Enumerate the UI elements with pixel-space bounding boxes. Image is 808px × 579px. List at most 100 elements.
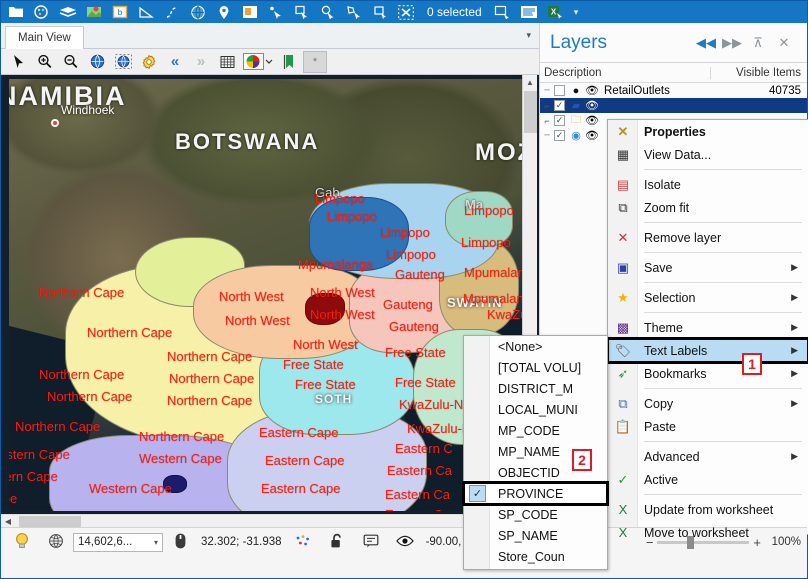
table-icon[interactable] bbox=[516, 2, 542, 23]
context-menu-separator bbox=[644, 282, 802, 283]
field-option-sp-code[interactable]: SP_CODE bbox=[464, 504, 607, 525]
context-menu-item-label: Text Labels bbox=[644, 343, 708, 358]
context-menu-item-advanced[interactable]: Advanced ▶ bbox=[608, 445, 808, 468]
layer-visibility-checkbox[interactable]: ✓ bbox=[554, 100, 565, 111]
tree-expander-icon[interactable]: ┄ bbox=[540, 130, 554, 141]
pointer-icon[interactable] bbox=[7, 51, 31, 73]
callout-icon[interactable] bbox=[354, 534, 388, 551]
map-view[interactable]: NAMIBIA BOTSWANA MOZ SWATIN SOTH Ma Gab … bbox=[1, 75, 539, 527]
field-option-district-m[interactable]: DISTRICT_M bbox=[464, 378, 607, 399]
map-province-label: Northern Cape bbox=[39, 367, 125, 382]
layer-visibility-checkbox[interactable]: ✓ bbox=[554, 130, 565, 141]
context-menu-item-copy[interactable]: ⧉ Copy ▶ bbox=[608, 392, 808, 415]
copy-selection-icon[interactable] bbox=[490, 2, 516, 23]
next-extent-icon[interactable]: » bbox=[189, 51, 213, 73]
basemap-icon[interactable]: b bbox=[107, 2, 133, 23]
location-pin-icon[interactable] bbox=[211, 2, 237, 23]
theme-colors-icon[interactable] bbox=[241, 51, 275, 73]
context-menu-item-text-labels[interactable]: 🏷 Text Labels ▶ bbox=[606, 337, 808, 364]
globe-wire-icon[interactable] bbox=[39, 533, 73, 552]
scroll-up-arrow[interactable]: ▲ bbox=[523, 75, 537, 90]
map-scale-combo[interactable]: 14,602,6... ▾ bbox=[73, 532, 163, 552]
select-rect-icon[interactable] bbox=[289, 2, 315, 23]
context-menu-item-selection[interactable]: ★ Selection ▶ bbox=[608, 286, 808, 309]
layer-row[interactable]: ┄ ● 👁 RetailOutlets 40735 bbox=[540, 83, 807, 98]
layer-eye-icon[interactable]: 👁 bbox=[584, 84, 600, 97]
context-menu-item-view-data[interactable]: ▦ View Data... bbox=[608, 143, 808, 166]
zoom-full-icon[interactable] bbox=[111, 51, 135, 73]
grid-icon[interactable] bbox=[215, 51, 239, 73]
scroll-left-arrow[interactable]: ◀ bbox=[1, 517, 15, 526]
layer-context-menu[interactable]: ✕ Properties ▦ View Data... ▤ Isolate ⧉ Zoom fi… bbox=[606, 119, 808, 540]
map-pin-icon[interactable] bbox=[81, 2, 107, 23]
tab-main-view[interactable]: Main View bbox=[5, 26, 84, 49]
zoom-previous-icon[interactable] bbox=[85, 51, 109, 73]
tree-expander-icon[interactable]: ⌐ bbox=[540, 116, 554, 126]
map-canvas[interactable]: NAMIBIA BOTSWANA MOZ SWATIN SOTH Ma Gab … bbox=[9, 79, 523, 511]
context-menu-item-save[interactable]: ▣ Save ▶ bbox=[608, 256, 808, 279]
layers-icon[interactable] bbox=[55, 2, 81, 23]
tree-expander-icon[interactable]: ┄ bbox=[540, 85, 554, 96]
palette-icon[interactable] bbox=[29, 2, 55, 23]
select-radius-icon[interactable] bbox=[367, 2, 393, 23]
context-menu-item-theme[interactable]: ▩ Theme ▶ bbox=[608, 316, 808, 339]
context-menu-item-isolate[interactable]: ▤ Isolate bbox=[608, 173, 808, 196]
select-circle-icon[interactable] bbox=[315, 2, 341, 23]
more-tools-icon[interactable]: * bbox=[303, 50, 327, 73]
globe-icon[interactable] bbox=[185, 2, 211, 23]
select-point-icon[interactable] bbox=[263, 2, 289, 23]
clear-selection-icon[interactable] bbox=[393, 2, 419, 23]
field-option-total-volu[interactable]: [TOTAL VOLU] bbox=[464, 357, 607, 378]
settings-gear-icon[interactable] bbox=[137, 51, 161, 73]
context-menu-item-bookmarks[interactable]: ➶ Bookmarks ▶ bbox=[608, 362, 808, 385]
context-menu-item-properties[interactable]: ✕ Properties bbox=[608, 120, 808, 143]
expand-all-icon[interactable]: ▶▶ bbox=[719, 35, 745, 51]
layer-eye-icon[interactable]: 👁 bbox=[584, 114, 600, 127]
bookmark-flag-icon[interactable] bbox=[277, 51, 301, 73]
tree-expander-icon[interactable]: ⌐ bbox=[540, 101, 554, 111]
field-option-mp-code[interactable]: MP_CODE bbox=[464, 420, 607, 441]
context-menu-item-label: Bookmarks bbox=[644, 366, 707, 381]
context-menu-item-paste[interactable]: 📋 Paste bbox=[608, 415, 808, 438]
previous-extent-icon[interactable]: « bbox=[163, 51, 187, 73]
scroll-thumb-vertical[interactable] bbox=[524, 91, 537, 133]
open-folder-icon[interactable] bbox=[3, 2, 29, 23]
select-polygon-icon[interactable] bbox=[341, 2, 367, 23]
column-header-visible-items[interactable]: Visible Items bbox=[711, 67, 807, 79]
close-icon[interactable]: ✕ bbox=[771, 35, 797, 51]
route-icon[interactable] bbox=[159, 2, 185, 23]
field-option-sp-name[interactable]: SP_NAME bbox=[464, 525, 607, 546]
context-menu-item-active[interactable]: ✓ Active bbox=[608, 468, 808, 491]
field-option-label: Store_Coun bbox=[498, 549, 565, 564]
context-menu-item-move-to-worksheet[interactable]: X Move to worksheet bbox=[608, 521, 808, 544]
layer-eye-icon[interactable]: 👁 bbox=[584, 129, 600, 142]
measure-icon[interactable] bbox=[133, 2, 159, 23]
context-menu-item-remove-layer[interactable]: ✕ Remove layer bbox=[608, 226, 808, 249]
pin-icon[interactable]: ⊼ bbox=[745, 35, 771, 51]
map-horizontal-scrollbar[interactable]: ◀ bbox=[1, 514, 524, 528]
map-province-label: Western Cape bbox=[9, 469, 58, 484]
tab-overflow-caret[interactable]: ▾ bbox=[526, 30, 531, 41]
field-option-province[interactable]: ✓ PROVINCE bbox=[462, 481, 609, 506]
layer-eye-icon[interactable]: 👁 bbox=[584, 99, 600, 112]
lightbulb-icon[interactable] bbox=[5, 532, 39, 553]
ribbon-overflow-caret[interactable]: ▾ bbox=[574, 7, 579, 18]
field-option-local-muni[interactable]: LOCAL_MUNI bbox=[464, 399, 607, 420]
field-option-store-coun[interactable]: Store_Coun bbox=[464, 546, 607, 567]
eye-icon[interactable] bbox=[388, 534, 422, 550]
layer-visibility-checkbox[interactable] bbox=[554, 85, 565, 96]
scatter-points-icon[interactable] bbox=[286, 534, 320, 551]
collapse-all-icon[interactable]: ◀◀ bbox=[693, 35, 719, 51]
context-menu-item-update-from-worksheet[interactable]: X Update from worksheet bbox=[608, 498, 808, 521]
chevron-down-icon[interactable]: ▾ bbox=[154, 538, 158, 547]
column-header-description[interactable]: Description bbox=[540, 66, 711, 79]
unlock-icon[interactable] bbox=[320, 533, 354, 552]
context-menu-item-zoom-fit[interactable]: ⧉ Zoom fit bbox=[608, 196, 808, 219]
field-option-none[interactable]: <None> bbox=[464, 336, 607, 357]
export-excel-icon[interactable]: X bbox=[542, 2, 568, 23]
zoom-out-icon[interactable] bbox=[59, 51, 83, 73]
zoom-in-icon[interactable] bbox=[33, 51, 57, 73]
layer-visibility-checkbox[interactable]: ✓ bbox=[554, 115, 565, 126]
legend-icon[interactable] bbox=[237, 2, 263, 23]
selection-count-label: 0 selected bbox=[427, 5, 482, 19]
